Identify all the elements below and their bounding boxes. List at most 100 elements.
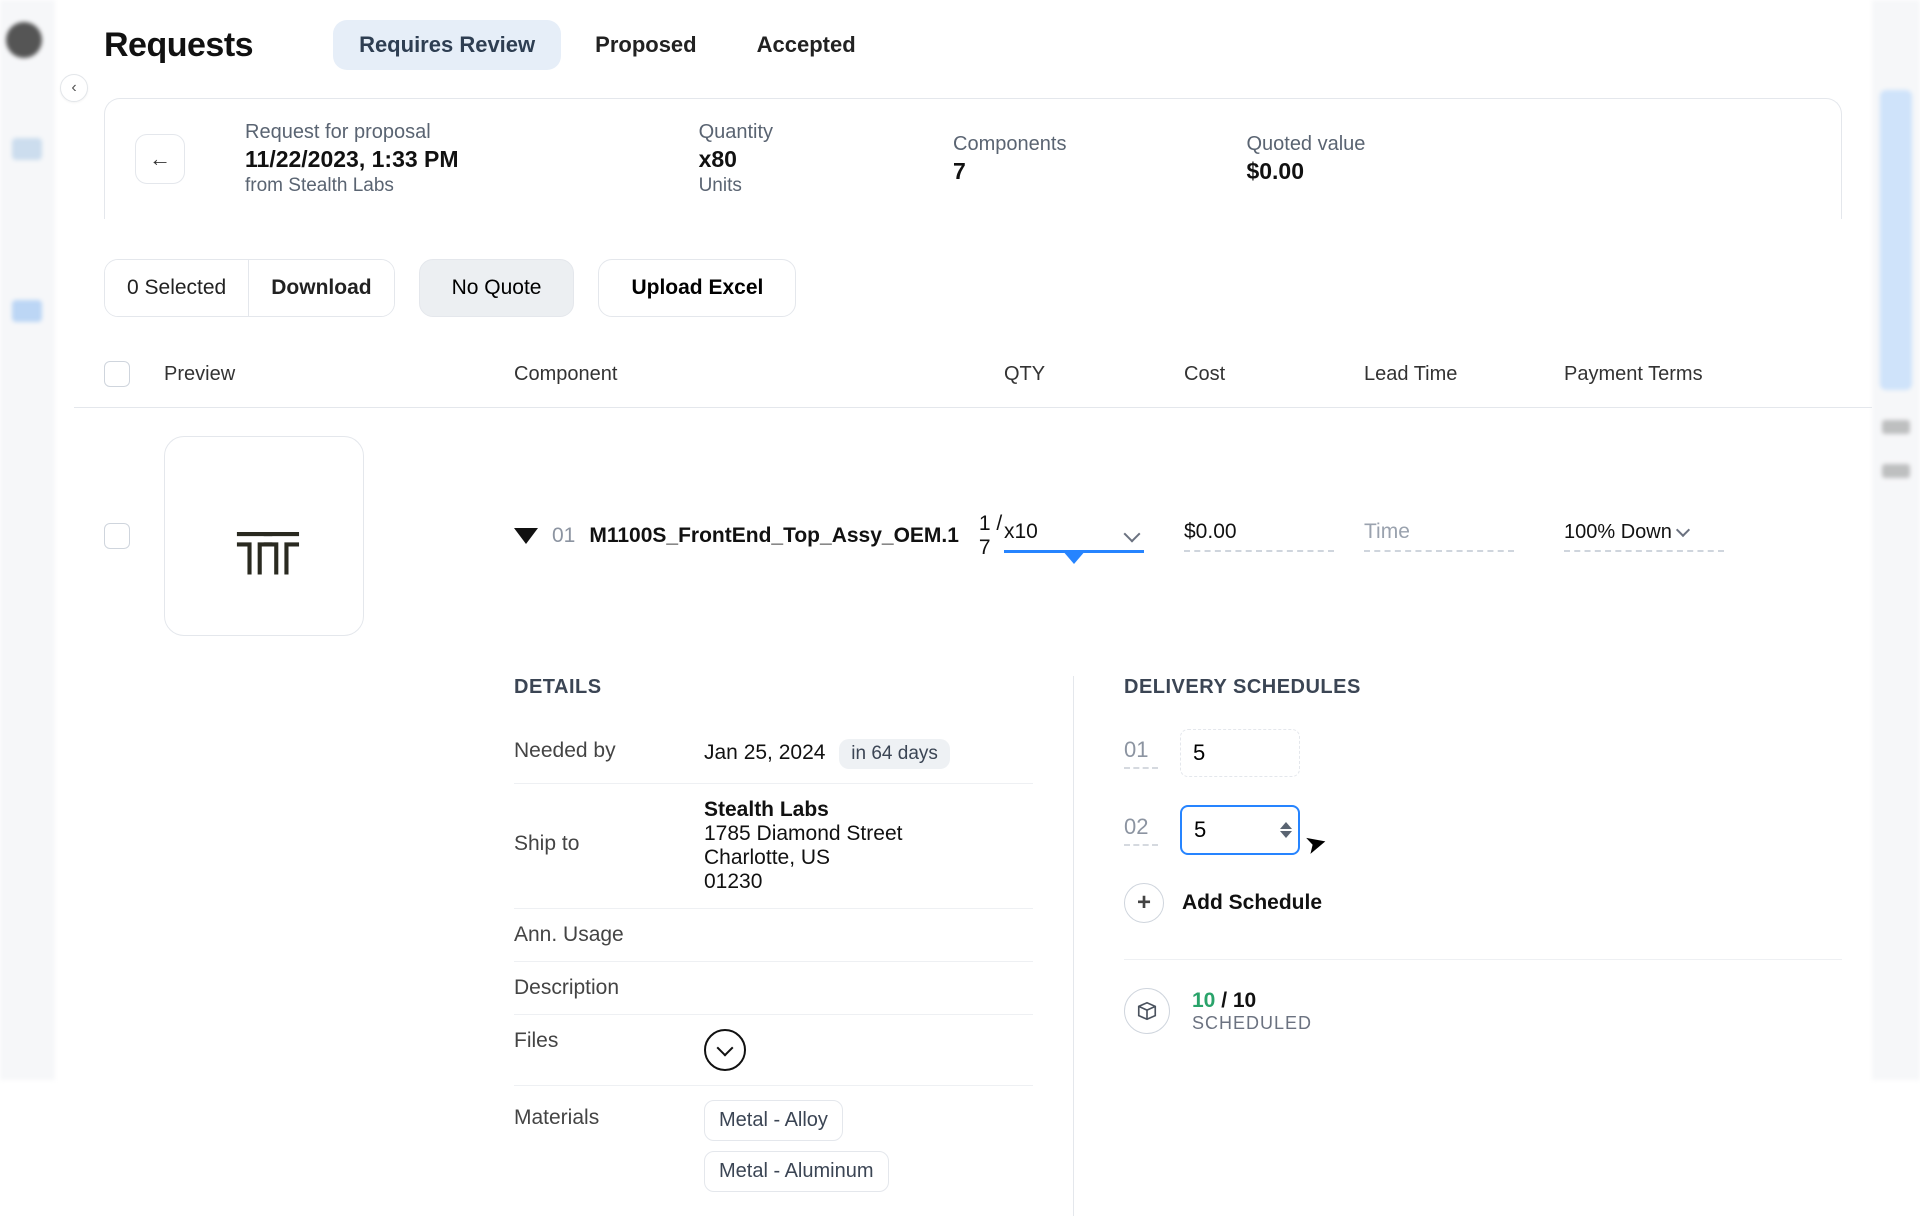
component-position: 1 / 7 <box>979 512 1004 560</box>
component-row: ╦╦ 01 M1100S_FrontEnd_Top_Assy_OEM.1 1 /… <box>104 408 1842 1216</box>
material-chip: Metal - Alloy <box>704 1100 843 1141</box>
selected-count-button[interactable]: 0 Selected <box>105 260 248 316</box>
lead-time-input[interactable]: Time <box>1364 520 1514 552</box>
details-title: DETAILS <box>514 676 1033 699</box>
cost-cell-wrap: $0.00 <box>1184 520 1364 552</box>
schedule-count: 10 / 10 <box>1192 989 1312 1013</box>
schedule-summary-text: 10 / 10 SCHEDULED <box>1192 989 1312 1034</box>
row-checkbox[interactable] <box>104 523 130 549</box>
qty-label: Quantity <box>699 121 773 144</box>
cost-input[interactable]: $0.00 <box>1184 520 1334 552</box>
page-header: Requests Requires Review Proposed Accept… <box>74 0 1872 70</box>
upload-excel-button[interactable]: Upload Excel <box>598 259 796 317</box>
ship-to-label: Ship to <box>514 798 674 856</box>
preview-render-icon: ╦╦ <box>237 510 291 575</box>
components-value: 7 <box>953 158 1066 185</box>
terms-value: 100% Down <box>1564 521 1672 544</box>
summary-rfp: Request for proposal 11/22/2023, 1:33 PM… <box>245 121 459 197</box>
back-button[interactable]: ← <box>135 134 185 184</box>
no-quote-button[interactable]: No Quote <box>419 259 575 317</box>
rfp-from: from Stealth Labs <box>245 175 459 197</box>
ship-city: Charlotte, US <box>704 846 902 870</box>
component-index: 01 <box>552 524 575 548</box>
component-row-head: ╦╦ 01 M1100S_FrontEnd_Top_Assy_OEM.1 1 /… <box>104 408 1842 636</box>
lead-time-placeholder: Time <box>1364 520 1410 543</box>
schedule-qty-input[interactable] <box>1180 729 1300 777</box>
schedule-qty-wrap <box>1180 729 1300 777</box>
ship-name: Stealth Labs <box>704 798 902 822</box>
files-label: Files <box>514 1029 674 1053</box>
page-title: Requests <box>104 26 253 65</box>
main-content: Requests Requires Review Proposed Accept… <box>74 0 1872 1080</box>
ship-zip: 01230 <box>704 870 902 894</box>
arrow-left-icon: ← <box>149 146 171 172</box>
active-field-pointer-icon <box>1062 550 1086 564</box>
lead-time-cell-wrap: Time <box>1364 520 1564 552</box>
qty-value: x10 <box>1004 520 1038 543</box>
qty-input[interactable]: x10 <box>1004 520 1144 553</box>
tab-accepted[interactable]: Accepted <box>731 20 882 70</box>
ann-usage-label: Ann. Usage <box>514 923 674 947</box>
scheduled-label: SCHEDULED <box>1192 1013 1312 1034</box>
summary-quoted: Quoted value $0.00 <box>1246 133 1365 185</box>
needed-by-row: Needed by Jan 25, 2024 in 64 days <box>514 725 1033 784</box>
stepper-down-icon[interactable] <box>1280 831 1292 838</box>
table-header-row: Preview Component QTY Cost Lead Time Pay… <box>104 361 1842 407</box>
rfp-datetime: 11/22/2023, 1:33 PM <box>245 146 459 173</box>
payment-terms-select[interactable]: 100% Down <box>1564 521 1724 552</box>
col-cost: Cost <box>1184 363 1364 386</box>
schedule-summary: 10 / 10 SCHEDULED <box>1124 988 1842 1034</box>
schedule-qty-wrap <box>1180 805 1300 855</box>
components-label: Components <box>953 133 1066 156</box>
ship-street: 1785 Diamond Street <box>704 822 902 846</box>
preview-cell: ╦╦ <box>164 436 514 636</box>
summary-components: Components 7 <box>953 133 1066 185</box>
terms-cell-wrap: 100% Down <box>1564 521 1724 552</box>
col-payment-terms: Payment Terms <box>1564 363 1724 386</box>
preview-thumbnail[interactable]: ╦╦ <box>164 436 364 636</box>
ship-to-value: Stealth Labs 1785 Diamond Street Charlot… <box>704 798 902 894</box>
package-icon <box>1124 988 1170 1034</box>
description-row: Description <box>514 962 1033 1015</box>
download-files-button[interactable] <box>704 1029 746 1071</box>
col-lead-time: Lead Time <box>1364 363 1564 386</box>
select-all-checkbox[interactable] <box>104 361 130 387</box>
request-summary-card: ← Request for proposal 11/22/2023, 1:33 … <box>104 98 1842 219</box>
chevron-down-icon <box>1676 523 1690 537</box>
qty-value: x80 <box>699 146 773 173</box>
quoted-label: Quoted value <box>1246 133 1365 156</box>
right-sidebar-blur <box>1872 0 1920 1080</box>
qty-cell-wrap: x10 <box>1004 520 1184 553</box>
detail-zone: DETAILS Needed by Jan 25, 2024 in 64 day… <box>104 676 1842 1216</box>
needed-by-label: Needed by <box>514 739 674 763</box>
details-column: DETAILS Needed by Jan 25, 2024 in 64 day… <box>514 676 1074 1216</box>
material-chip: Metal - Aluminum <box>704 1151 889 1192</box>
expand-toggle-icon[interactable] <box>514 528 538 544</box>
cost-value: $0.00 <box>1184 520 1237 543</box>
rfp-label: Request for proposal <box>245 121 459 144</box>
schedule-row: 02 <box>1124 805 1842 855</box>
needed-by-value: Jan 25, 2024 in 64 days <box>704 739 950 769</box>
quantity-stepper[interactable] <box>1280 822 1292 838</box>
delivery-schedules-title: DELIVERY SCHEDULES <box>1124 676 1842 699</box>
left-sidebar-blur <box>0 0 55 1080</box>
ship-to-row: Ship to Stealth Labs 1785 Diamond Street… <box>514 784 1033 909</box>
toolbar: 0 Selected Download No Quote Upload Exce… <box>104 259 1842 317</box>
schedule-index: 02 <box>1124 814 1158 846</box>
qty-units: Units <box>699 175 773 197</box>
col-qty: QTY <box>1004 363 1184 386</box>
tabs: Requires Review Proposed Accepted <box>333 20 882 70</box>
add-schedule-button[interactable]: + Add Schedule <box>1124 883 1842 923</box>
schedule-index: 01 <box>1124 737 1158 769</box>
stepper-up-icon[interactable] <box>1280 822 1292 829</box>
add-schedule-label: Add Schedule <box>1182 891 1322 915</box>
schedule-row: 01 <box>1124 729 1842 777</box>
quoted-value: $0.00 <box>1246 158 1365 185</box>
tab-requires-review[interactable]: Requires Review <box>333 20 561 70</box>
tab-proposed[interactable]: Proposed <box>569 20 722 70</box>
materials-value: Metal - Alloy Metal - Aluminum <box>704 1100 897 1202</box>
workspace-avatar-blur <box>6 22 42 58</box>
nav-item-blur <box>12 300 42 322</box>
download-button[interactable]: Download <box>248 260 393 316</box>
nav-item-blur <box>12 138 42 160</box>
